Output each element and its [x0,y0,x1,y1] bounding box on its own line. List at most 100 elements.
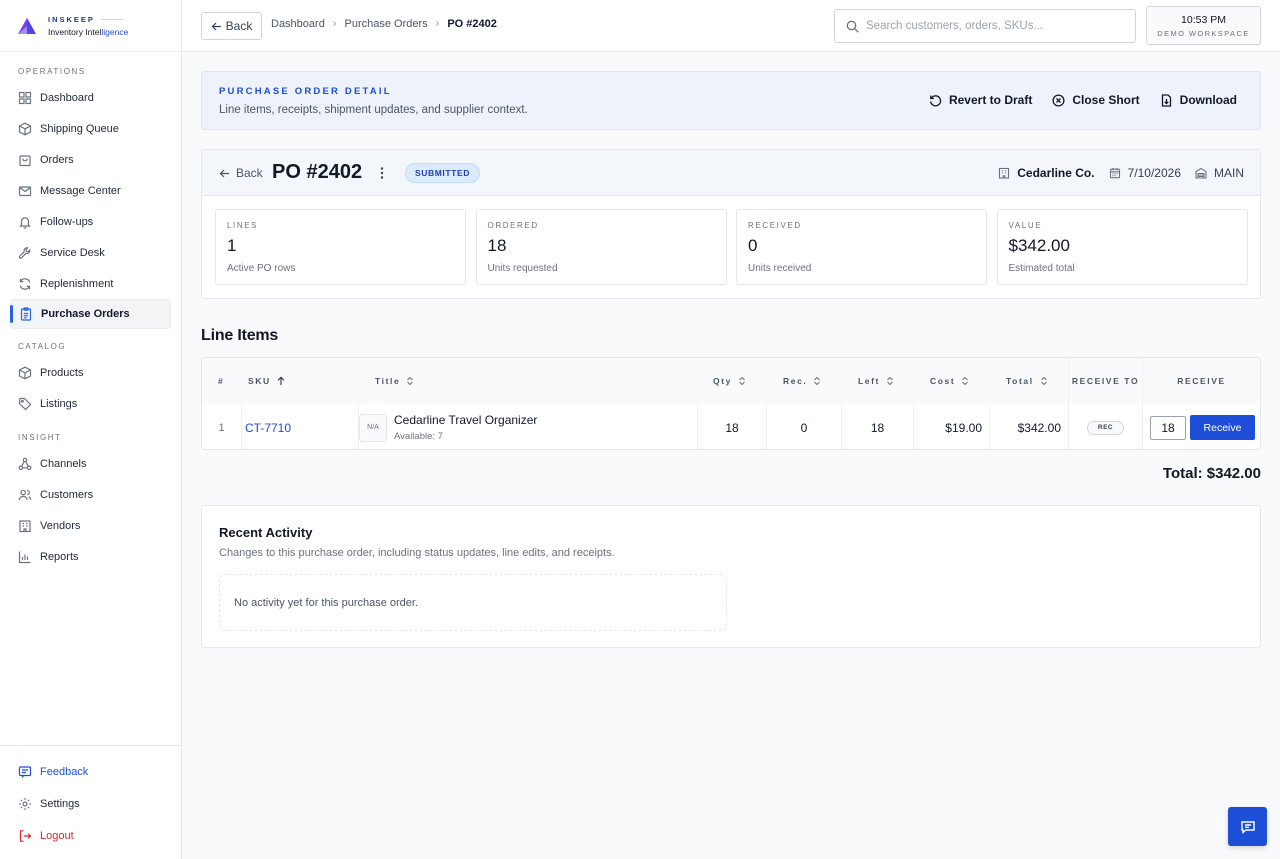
stat-label: RECEIVED [748,221,802,230]
sidebar-item-reports[interactable]: Reports [10,541,171,572]
settings-link[interactable]: Settings [0,788,181,820]
sidebar-item-label: Customers [40,488,94,501]
breadcrumb-separator: › [435,18,440,30]
workspace-name: DEMO WORKSPACE [1157,29,1250,38]
product-title: Cedarline Travel Organizer [394,413,538,427]
undo-icon [929,94,942,106]
column-header-left[interactable]: Left [858,358,895,404]
sidebar-item-message-center[interactable]: Message Center [10,175,171,206]
sku-link[interactable]: CT-7710 [245,421,291,435]
tag-icon [18,397,32,410]
sidebar-item-listings[interactable]: Listings [10,388,171,419]
chat-icon [1240,820,1255,834]
receive-quantity-input[interactable] [1150,415,1186,440]
sidebar-item-purchase-orders[interactable]: Purchase Orders [10,299,171,329]
search-input[interactable] [866,20,1126,32]
sidebar-item-label: Channels [40,457,87,470]
grand-total: Total: $342.00 [1162,465,1261,482]
chat-button[interactable] [1228,807,1267,846]
sidebar-item-label: Products [40,366,84,379]
breadcrumb: Dashboard › Purchase Orders › PO #2402 [271,18,497,30]
vendor-name: Cedarline Co. [1017,166,1095,180]
more-vertical-icon[interactable] [379,166,385,180]
column-header-rec[interactable]: Rec. [783,358,822,404]
gear-icon [19,798,31,810]
network-icon [18,457,32,470]
sidebar-item-vendors[interactable]: Vendors [10,510,171,541]
column-header-title[interactable]: Title [375,358,415,404]
po-stats: LINES 1 Active PO rows ORDERED 18 Units … [215,209,1248,285]
close-short-button[interactable]: Close Short [1052,93,1140,107]
sidebar-item-service-desk[interactable]: Service Desk [10,237,171,268]
status-badge: SUBMITTED [405,163,480,183]
sidebar-item-customers[interactable]: Customers [10,479,171,510]
po-title: PO #2402 [272,161,363,183]
column-header-total[interactable]: Total [1006,358,1049,404]
sidebar-item-dashboard[interactable]: Dashboard [10,82,171,113]
clipboard-icon [20,307,32,321]
stat-value: 0 [748,236,758,255]
sort-icon [814,376,821,386]
stat-caption: Estimated total [1008,263,1075,274]
stat-card-value: VALUE $342.00 Estimated total [996,209,1248,285]
back-button[interactable]: Back [201,12,262,40]
sidebar-item-label: Follow-ups [40,215,94,228]
logout-link[interactable]: Logout [0,820,181,852]
feedback-link[interactable]: Feedback [0,756,181,788]
po-date: 7/10/2026 [1109,166,1181,180]
activity-subtitle: Changes to this purchase order, includin… [219,547,615,559]
sidebar: INSKEEP Inventory Intelligence OPERATION… [0,0,182,859]
section-label-catalog: CATALOG [18,341,67,351]
sort-ascending-icon [277,376,285,385]
receive-location-pill[interactable]: REC [1086,420,1125,435]
refresh-icon [19,277,31,290]
row-title: N/A Cedarline Travel Organizer Available… [358,404,697,449]
column-header-sku[interactable]: SKU [248,358,286,404]
sidebar-item-follow-ups[interactable]: Follow-ups [10,206,171,237]
revert-to-draft-button[interactable]: Revert to Draft [929,93,1032,107]
receive-button[interactable]: Receive [1190,415,1255,440]
download-button[interactable]: Download [1160,93,1237,107]
bag-icon [19,154,31,166]
po-vendor[interactable]: Cedarline Co. [998,166,1095,180]
brand-divider [100,18,123,20]
brand[interactable]: INSKEEP Inventory Intelligence [0,0,181,52]
download-label: Download [1179,93,1237,107]
sidebar-item-replenishment[interactable]: Replenishment [10,268,171,299]
breadcrumb-purchase-orders[interactable]: Purchase Orders [345,18,428,30]
row-qty: 18 [697,404,766,449]
sidebar-item-orders[interactable]: Orders [10,144,171,175]
po-summary-card: Back PO #2402 SUBMITTED Cedarline Co. 7/… [201,149,1261,299]
row-left: 18 [841,404,913,449]
column-header-cost[interactable]: Cost [930,358,970,404]
close-circle-icon [1052,93,1065,107]
package-icon [18,122,32,135]
sidebar-item-channels[interactable]: Channels [10,448,171,479]
table-header: # SKU Title Qty Rec. Left Cost Total REC… [202,358,1260,404]
breadcrumb-current: PO #2402 [447,18,497,30]
sidebar-item-label: Purchase Orders [41,308,130,320]
stat-caption: Units requested [487,263,558,274]
feedback-label: Feedback [40,766,89,778]
line-items-table: # SKU Title Qty Rec. Left Cost Total REC… [201,357,1261,450]
building-icon [19,519,31,532]
activity-empty-state: No activity yet for this purchase order. [219,574,727,631]
sidebar-item-label: Shipping Queue [40,122,119,135]
search-box[interactable] [834,9,1136,43]
sidebar-item-products[interactable]: Products [10,357,171,388]
sort-icon [739,376,745,386]
calendar-icon [1109,168,1120,179]
sidebar-item-shipping-queue[interactable]: Shipping Queue [10,113,171,144]
po-back-link[interactable]: Back [219,166,263,180]
warehouse-icon [1195,167,1207,179]
stat-value: 1 [227,236,237,255]
arrow-left-icon [219,169,229,177]
mail-icon [18,185,32,196]
sidebar-item-label: Listings [40,397,78,410]
bar-chart-icon [18,551,31,563]
column-header-qty[interactable]: Qty [713,358,747,404]
sidebar-item-label: Reports [40,550,79,563]
breadcrumb-dashboard[interactable]: Dashboard [271,18,325,30]
stat-card-ordered: ORDERED 18 Units requested [475,209,727,285]
topbar: Back Dashboard › Purchase Orders › PO #2… [183,0,1280,52]
